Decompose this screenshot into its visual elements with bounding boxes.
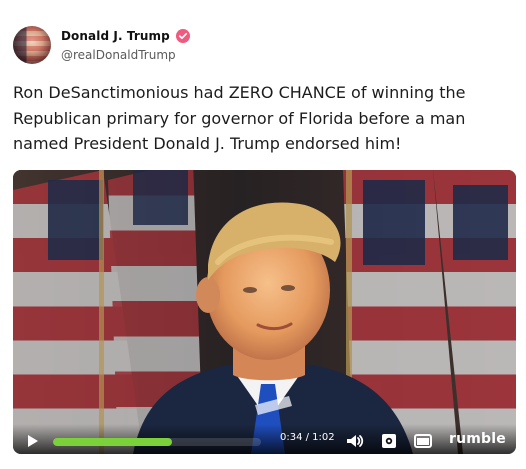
- author-info: Donald J. Trump @realDonaldTrump: [61, 28, 190, 62]
- video-player[interactable]: 0:34 / 1:02 rumble: [13, 170, 516, 454]
- author-name-row: Donald J. Trump: [61, 28, 190, 43]
- time-readout: 0:34 / 1:02: [280, 432, 335, 443]
- play-icon[interactable]: [23, 432, 41, 450]
- post-text: Ron DeSanctimonious had ZERO CHANCE of w…: [13, 83, 466, 153]
- gear-icon[interactable]: [380, 432, 398, 450]
- post-header: Donald J. Trump @realDonaldTrump: [13, 25, 190, 65]
- author-display-name[interactable]: Donald J. Trump: [61, 29, 170, 43]
- picture-in-picture-icon[interactable]: [414, 433, 432, 449]
- video-thumbnail: [13, 170, 516, 454]
- verified-badge-icon: [175, 28, 190, 43]
- progress-bar[interactable]: [53, 438, 261, 446]
- video-controls: 0:34 / 1:02 rumble: [13, 424, 516, 454]
- video-brand[interactable]: rumble: [449, 431, 506, 447]
- volume-icon[interactable]: [345, 432, 365, 450]
- author-handle[interactable]: @realDonaldTrump: [61, 48, 190, 62]
- progress-fill: [53, 438, 172, 446]
- avatar[interactable]: [13, 26, 51, 64]
